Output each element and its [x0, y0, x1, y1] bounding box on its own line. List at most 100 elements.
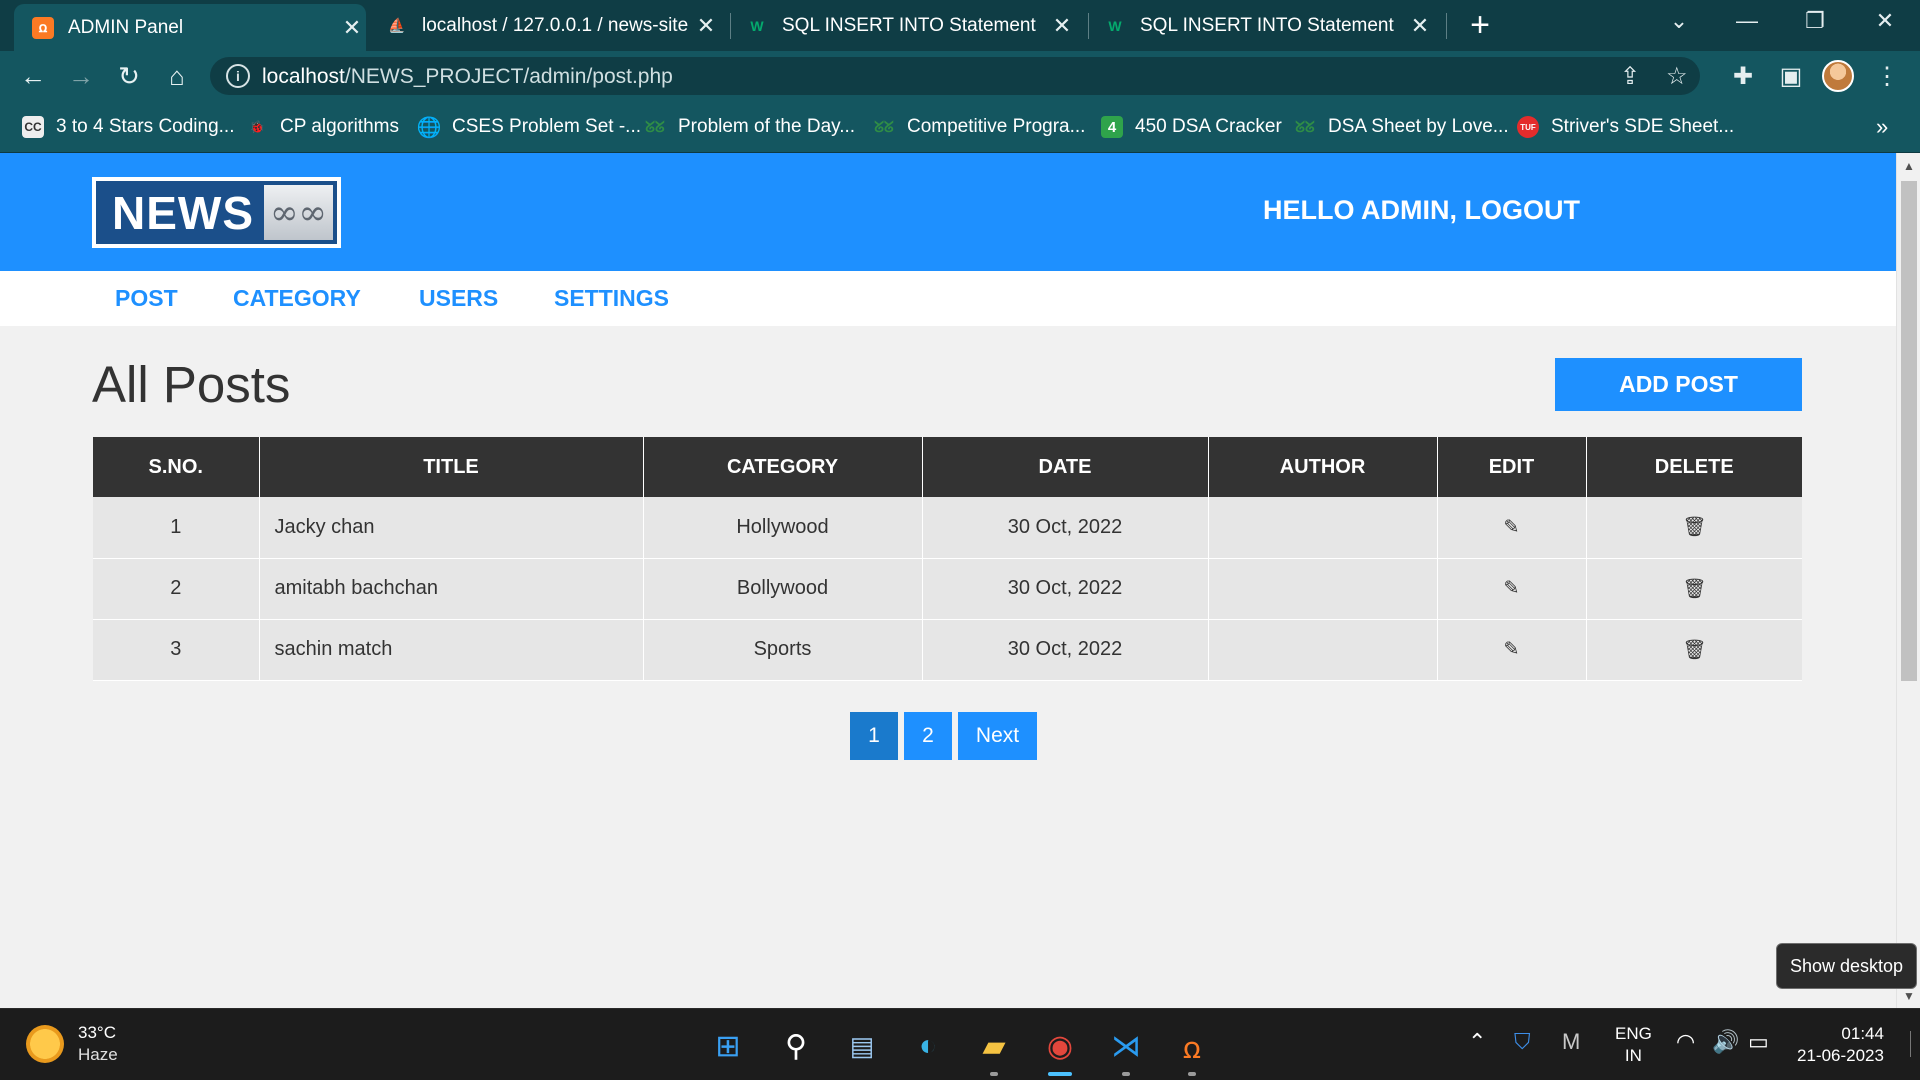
cell-date: 30 Oct, 2022: [921, 619, 1208, 681]
tray-chevron-icon[interactable]: ⌃: [1468, 1029, 1486, 1055]
weather-widget[interactable]: 33°C Haze: [26, 1023, 118, 1065]
side-panel-icon[interactable]: ▣: [1776, 62, 1806, 91]
menu-item-post[interactable]: POST: [115, 285, 178, 312]
globe-icon: 🌐: [416, 116, 442, 139]
menu-item-users[interactable]: USERS: [419, 285, 498, 312]
address-bar[interactable]: i localhost/NEWS_PROJECT/admin/post.php …: [210, 57, 1700, 95]
add-post-button[interactable]: ADD POST: [1555, 358, 1802, 411]
forward-icon[interactable]: →: [66, 61, 96, 91]
battery-icon[interactable]: ▭: [1748, 1029, 1769, 1055]
trash-icon[interactable]: 🗑: [1682, 579, 1706, 600]
new-tab-button[interactable]: +: [1465, 6, 1495, 45]
wifi-icon[interactable]: ◠: [1676, 1029, 1695, 1055]
table-row: 3 sachin match Sports 30 Oct, 2022 ✎ 🗑: [93, 619, 1802, 681]
trash-icon[interactable]: 🗑: [1682, 640, 1706, 661]
edge-icon[interactable]: ◐: [908, 1026, 948, 1066]
news-logo[interactable]: NEWS ∞∞: [92, 177, 341, 248]
bookmark-item[interactable]: ᘜᘜ DSA Sheet by Love...: [1294, 114, 1509, 140]
edit-icon[interactable]: ✎: [1504, 578, 1520, 599]
gfg-icon: ᘜᘜ: [645, 118, 665, 136]
more-bookmarks-icon[interactable]: »: [1876, 114, 1888, 140]
mcafee-icon[interactable]: M: [1562, 1029, 1580, 1055]
bookmark-label: DSA Sheet by Love...: [1328, 116, 1509, 137]
page-button-2[interactable]: 2: [904, 712, 952, 760]
minimize-icon[interactable]: —: [1732, 8, 1762, 34]
tab-title: localhost / 127.0.0.1 / news-site /: [422, 14, 692, 36]
close-window-icon[interactable]: ✕: [1870, 8, 1900, 34]
bookmark-item[interactable]: ᘜᘜ Competitive Progra...: [873, 114, 1085, 140]
page-button-1[interactable]: 1: [850, 712, 898, 760]
tab-divider: [730, 13, 731, 39]
url-text[interactable]: localhost/NEWS_PROJECT/admin/post.php: [262, 65, 673, 89]
tab-search-chevron-icon[interactable]: ⌄: [1664, 8, 1694, 34]
cell-author: [1207, 558, 1437, 620]
show-desktop-button[interactable]: [1910, 1031, 1911, 1057]
menu-item-category[interactable]: CATEGORY: [233, 285, 361, 312]
bookmark-item[interactable]: TUF Striver's SDE Sheet...: [1517, 114, 1734, 140]
cell-category: Sports: [642, 619, 922, 681]
page-scrollbar[interactable]: ▲ ▼: [1896, 153, 1920, 1008]
system-clock[interactable]: 01:44 21-06-2023: [1797, 1023, 1884, 1067]
cell-author: [1207, 619, 1437, 681]
tab-sql-insert-2[interactable]: W SQL INSERT INTO Statement ✕: [1104, 0, 1434, 51]
browser-menu-icon[interactable]: ⋮: [1872, 62, 1902, 91]
cell-edit: ✎: [1436, 558, 1586, 620]
share-icon[interactable]: ⇪: [1620, 62, 1640, 91]
chrome-icon[interactable]: ◉: [1040, 1026, 1080, 1066]
scroll-up-icon[interactable]: ▲: [1903, 159, 1915, 173]
bookmark-item[interactable]: 🐞 CP algorithms: [246, 114, 399, 140]
bookmark-item[interactable]: 4 450 DSA Cracker: [1101, 114, 1282, 140]
xampp-icon[interactable]: ꭥ: [1172, 1026, 1212, 1066]
windows-start-icon[interactable]: ⊞: [708, 1026, 748, 1066]
column-header: EDIT: [1436, 437, 1586, 497]
volume-icon[interactable]: 🔊: [1712, 1029, 1739, 1055]
tab-strip: ꭥ ADMIN Panel ✕ ⛵ localhost / 127.0.0.1 …: [0, 0, 1920, 51]
w3schools-icon: W: [750, 17, 764, 34]
language-indicator[interactable]: ENG IN: [1615, 1023, 1652, 1067]
file-explorer-icon[interactable]: ▰: [974, 1026, 1014, 1066]
close-tab-icon[interactable]: ✕: [1048, 13, 1076, 39]
vscode-icon[interactable]: ⋊: [1106, 1026, 1146, 1066]
w3schools-icon: W: [1108, 17, 1122, 34]
next-page-button[interactable]: Next: [958, 712, 1037, 760]
home-icon[interactable]: ⌂: [162, 61, 192, 91]
reload-icon[interactable]: ↻: [114, 61, 144, 91]
tab-sql-insert-1[interactable]: W SQL INSERT INTO Statement ✕: [746, 0, 1076, 51]
column-header: DATE: [921, 437, 1208, 497]
logout-link[interactable]: HELLO ADMIN, LOGOUT: [1263, 195, 1580, 226]
phpmyadmin-icon: ⛵: [388, 17, 406, 33]
profile-avatar[interactable]: [1822, 60, 1854, 92]
task-manager-icon[interactable]: ▤: [842, 1026, 882, 1066]
trash-icon[interactable]: 🗑: [1682, 517, 1706, 538]
menu-item-settings[interactable]: SETTINGS: [554, 285, 669, 312]
bookmark-item[interactable]: CC 3 to 4 Stars Coding...: [22, 114, 235, 140]
restore-icon[interactable]: ❐: [1800, 8, 1830, 34]
tab-phpmyadmin[interactable]: ⛵ localhost / 127.0.0.1 / news-site / ✕: [386, 0, 720, 51]
extensions-icon[interactable]: ✚: [1728, 62, 1758, 91]
tab-title: SQL INSERT INTO Statement: [782, 14, 1036, 36]
column-header: DELETE: [1585, 437, 1802, 497]
close-tab-icon[interactable]: ✕: [338, 15, 366, 41]
search-icon[interactable]: ⚲: [776, 1026, 816, 1066]
site-info-icon[interactable]: i: [226, 64, 250, 88]
cell-title: sachin match: [258, 619, 643, 681]
haze-sun-icon: [26, 1025, 64, 1063]
cc-icon: CC: [22, 116, 44, 138]
edit-icon[interactable]: ✎: [1504, 639, 1520, 660]
site-header: NEWS ∞∞ HELLO ADMIN, LOGOUT: [0, 153, 1896, 271]
scrollbar-thumb[interactable]: [1901, 181, 1917, 681]
close-tab-icon[interactable]: ✕: [1406, 13, 1434, 39]
page-title: All Posts: [92, 356, 291, 413]
defender-shield-icon[interactable]: ⛉: [1514, 1029, 1531, 1055]
back-icon[interactable]: ←: [18, 61, 48, 91]
bookmark-star-icon[interactable]: ☆: [1666, 62, 1688, 91]
bookmark-item[interactable]: 🌐 CSES Problem Set -...: [416, 114, 641, 140]
edit-icon[interactable]: ✎: [1504, 517, 1520, 538]
column-header: S.NO.: [93, 437, 259, 497]
bookmark-item[interactable]: ᘜᘜ Problem of the Day...: [644, 114, 855, 140]
cell-delete: 🗑: [1585, 558, 1802, 620]
pagination: 1 2 Next: [850, 712, 1037, 760]
close-tab-icon[interactable]: ✕: [692, 13, 720, 39]
scroll-down-icon[interactable]: ▼: [1903, 989, 1915, 1003]
tab-admin-panel[interactable]: ꭥ ADMIN Panel ✕: [14, 4, 366, 51]
